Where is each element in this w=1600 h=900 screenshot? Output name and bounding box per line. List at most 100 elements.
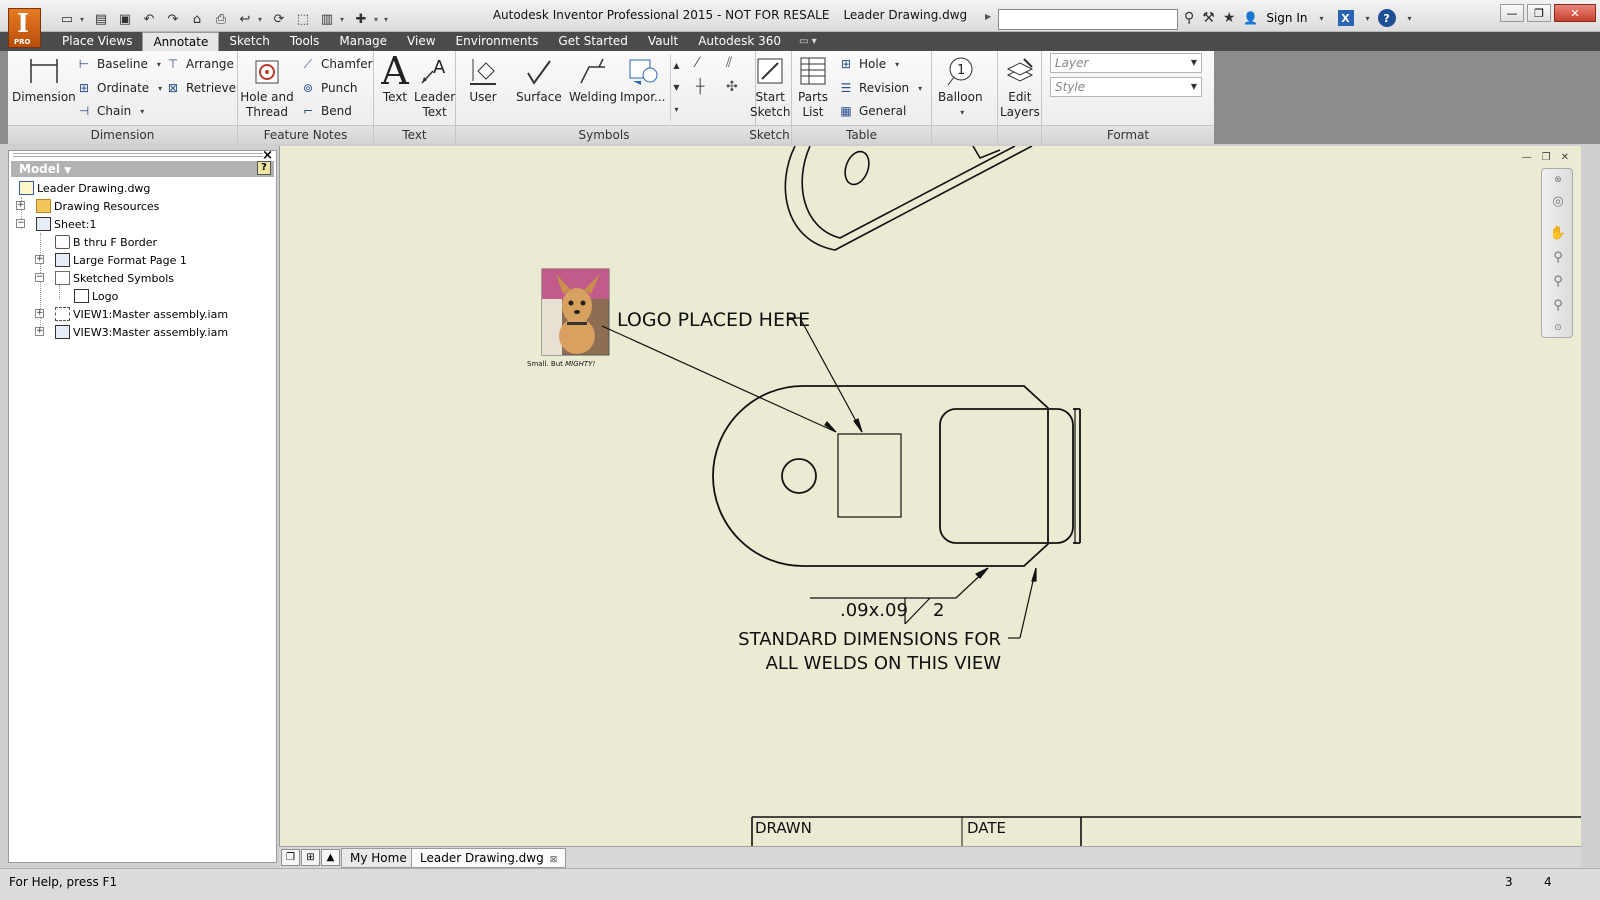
search-expand-icon[interactable]: ▶ bbox=[985, 12, 991, 21]
tree-item-drawing-resources[interactable]: Drawing Resources bbox=[36, 197, 159, 215]
weld-note-leader[interactable] bbox=[1008, 567, 1037, 639]
pan-icon[interactable]: ✋ bbox=[1549, 225, 1567, 243]
communication-center-icon[interactable]: ⚒ bbox=[1202, 10, 1215, 26]
user-icon[interactable]: 👤 bbox=[1243, 11, 1258, 25]
ordinate-button[interactable]: ⊞ Ordinate ▾ bbox=[76, 78, 162, 98]
balloon-button[interactable]: 1 Balloon ▾ bbox=[938, 54, 983, 120]
tree-item-view3[interactable]: VIEW3:Master assembly.iam bbox=[55, 323, 228, 341]
tree-item-view1[interactable]: VIEW1:Master assembly.iam bbox=[55, 305, 228, 323]
tree-item-leader-drawing[interactable]: Leader Drawing.dwg bbox=[19, 179, 150, 197]
collapse-icon[interactable]: − bbox=[16, 219, 25, 228]
browser-header[interactable]: Model ▼ ? bbox=[11, 161, 274, 177]
help-search-input[interactable] bbox=[998, 9, 1178, 30]
tab-place-views[interactable]: Place Views bbox=[52, 32, 142, 51]
sign-in-link[interactable]: Sign In bbox=[1266, 11, 1307, 25]
welding-symbol-button[interactable]: Welding bbox=[569, 54, 617, 105]
close-button[interactable]: ✕ bbox=[1554, 4, 1596, 22]
browser-grip[interactable] bbox=[13, 153, 263, 157]
help-dropdown-icon[interactable]: ▾ bbox=[1408, 14, 1412, 23]
exchange-dropdown-icon[interactable]: ▾ bbox=[1366, 14, 1370, 23]
tab-tools[interactable]: Tools bbox=[280, 32, 330, 51]
chain-button[interactable]: ⊣ Chain ▾ bbox=[76, 101, 145, 121]
doc-minimize-icon[interactable]: — bbox=[1522, 152, 1532, 163]
balloon-dropdown-icon[interactable]: ▾ bbox=[960, 105, 964, 120]
search-icon[interactable]: ⚲ bbox=[1184, 10, 1194, 26]
tree-item-logo[interactable]: Logo bbox=[74, 287, 118, 305]
drawing-canvas[interactable]: Small. But MIGHTY! LOGO PLACED HERE .09x… bbox=[279, 146, 1581, 846]
text-button[interactable]: A Text bbox=[378, 52, 412, 105]
leader-text-button[interactable]: A Leader Text bbox=[414, 54, 455, 120]
import-symbol-button[interactable]: Impor... bbox=[620, 54, 665, 105]
arrange-button[interactable]: ⊤ Arrange bbox=[165, 54, 234, 74]
hole-table-button[interactable]: ⊞ Hole ▾ bbox=[838, 54, 899, 74]
tile-windows-icon[interactable]: ⊞ bbox=[301, 849, 320, 866]
tree-item-sketched-symbols[interactable]: Sketched Symbols bbox=[55, 269, 174, 287]
browser-help-icon[interactable]: ? bbox=[257, 161, 271, 175]
minimize-button[interactable]: — bbox=[1500, 4, 1524, 22]
edit-layers-button[interactable]: Edit Layers bbox=[1000, 54, 1040, 120]
start-sketch-button[interactable]: Start Sketch bbox=[750, 54, 790, 120]
parts-list-button[interactable]: Parts List bbox=[796, 54, 830, 120]
centerline-icon[interactable]: ⫽ bbox=[726, 55, 732, 71]
sign-in-dropdown-icon[interactable]: ▾ bbox=[1319, 14, 1323, 23]
tab-autodesk-360[interactable]: Autodesk 360 bbox=[688, 32, 791, 51]
zoom-icon[interactable]: ⚲ bbox=[1549, 249, 1567, 267]
dimension-button[interactable]: Dimension bbox=[12, 54, 76, 105]
tab-vault[interactable]: Vault bbox=[638, 32, 688, 51]
zoom-all-icon[interactable]: ⚲ bbox=[1549, 273, 1567, 291]
ordinate-dropdown-icon[interactable]: ▾ bbox=[158, 84, 162, 93]
navbar-close-icon[interactable]: ⊗ bbox=[1549, 171, 1567, 189]
logo-image[interactable] bbox=[541, 268, 610, 356]
collapse-icon[interactable]: − bbox=[35, 273, 44, 282]
zoom-window-icon[interactable]: ⚲ bbox=[1549, 297, 1567, 315]
weld-note-line-2[interactable]: ALL WELDS ON THIS VIEW bbox=[766, 653, 1002, 674]
help-icon[interactable]: ? bbox=[1377, 9, 1396, 27]
expand-icon[interactable]: + bbox=[35, 327, 44, 336]
revision-table-dropdown-icon[interactable]: ▾ bbox=[918, 84, 922, 93]
expand-icon[interactable]: + bbox=[35, 309, 44, 318]
tree-item-title-block[interactable]: Large Format Page 1 bbox=[55, 251, 187, 269]
cascade-windows-icon[interactable]: ❐ bbox=[281, 849, 300, 866]
expand-icon[interactable]: + bbox=[16, 201, 25, 210]
revision-table-button[interactable]: ☰ Revision ▾ bbox=[838, 78, 923, 98]
ribbon-display-toggle-icon[interactable]: ▭ ▾ bbox=[791, 32, 825, 51]
logo-leader-note[interactable]: LOGO PLACED HERE bbox=[617, 309, 810, 331]
centerline-bisector-icon[interactable]: ┼ bbox=[696, 79, 704, 95]
symbols-gallery-scroll[interactable]: ▲ ▼ ▾ bbox=[670, 55, 682, 121]
hole-thread-button[interactable]: Hole and Thread bbox=[238, 54, 296, 120]
tab-leader-drawing[interactable]: Leader Drawing.dwg ⊠ bbox=[411, 848, 567, 868]
tree-item-border[interactable]: B thru F Border bbox=[55, 233, 157, 251]
general-table-button[interactable]: ▦ General bbox=[838, 101, 906, 121]
chain-dropdown-icon[interactable]: ▾ bbox=[140, 107, 144, 116]
bend-button[interactable]: ⌐ Bend bbox=[300, 101, 352, 121]
browser-dropdown-icon[interactable]: ▼ bbox=[64, 166, 71, 176]
tab-sketch[interactable]: Sketch bbox=[219, 32, 279, 51]
tab-close-icon[interactable]: ⊠ bbox=[550, 855, 558, 865]
hole-table-dropdown-icon[interactable]: ▾ bbox=[895, 60, 899, 69]
tab-environments[interactable]: Environments bbox=[446, 32, 549, 51]
baseline-dropdown-icon[interactable]: ▾ bbox=[157, 60, 161, 69]
user-symbol-button[interactable]: User bbox=[466, 54, 500, 105]
style-select[interactable]: Style ▼ bbox=[1050, 77, 1202, 97]
center-mark-icon[interactable]: ⁄ bbox=[696, 55, 698, 71]
layer-select[interactable]: Layer ▼ bbox=[1050, 53, 1202, 73]
steering-wheel-icon[interactable]: ◎ bbox=[1549, 193, 1567, 211]
weld-note-line-1[interactable]: STANDARD DIMENSIONS FOR bbox=[738, 629, 1001, 650]
tab-my-home[interactable]: My Home bbox=[341, 848, 416, 868]
baseline-button[interactable]: ⊢ Baseline ▾ bbox=[76, 54, 161, 74]
application-menu-button[interactable]: I PRO bbox=[8, 8, 41, 48]
logo-leader[interactable] bbox=[601, 317, 863, 433]
punch-button[interactable]: ⊚ Punch bbox=[300, 78, 357, 98]
favorites-star-icon[interactable]: ★ bbox=[1223, 10, 1236, 26]
centered-pattern-icon[interactable]: ✣ bbox=[726, 79, 738, 95]
doc-restore-icon[interactable]: ❐ bbox=[1542, 152, 1551, 163]
chamfer-button[interactable]: ⟋ Chamfer bbox=[300, 54, 373, 74]
open-documents-icon[interactable]: ▲ bbox=[321, 849, 340, 866]
maximize-button[interactable]: ❐ bbox=[1527, 4, 1551, 22]
tab-annotate[interactable]: Annotate bbox=[142, 32, 220, 51]
tab-get-started[interactable]: Get Started bbox=[548, 32, 638, 51]
retrieve-button[interactable]: ⊠ Retrieve bbox=[165, 78, 236, 98]
exchange-apps-icon[interactable]: X bbox=[1337, 10, 1354, 26]
surface-symbol-button[interactable]: Surface bbox=[516, 54, 562, 105]
tree-item-sheet[interactable]: Sheet:1 bbox=[36, 215, 97, 233]
